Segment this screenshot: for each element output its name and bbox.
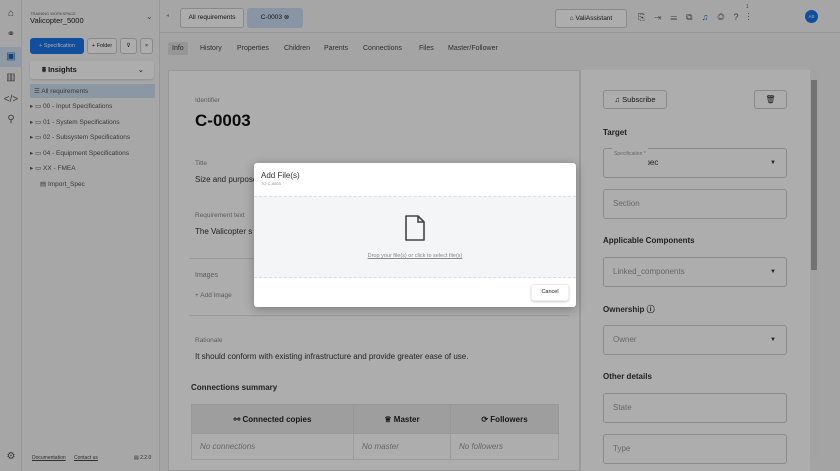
- drop-files-link[interactable]: Drop your file(s) or click to select fil…: [254, 253, 576, 259]
- dialog-title: Add File(s): [261, 171, 300, 180]
- add-files-dialog: Add File(s) TO C-0003 Drop your file(s) …: [254, 163, 576, 307]
- file-drop-zone[interactable]: Drop your file(s) or click to select fil…: [254, 196, 576, 278]
- file-icon: [405, 215, 425, 241]
- dialog-subtitle: TO C-0003: [261, 181, 281, 186]
- cancel-button[interactable]: Cancel: [531, 284, 569, 301]
